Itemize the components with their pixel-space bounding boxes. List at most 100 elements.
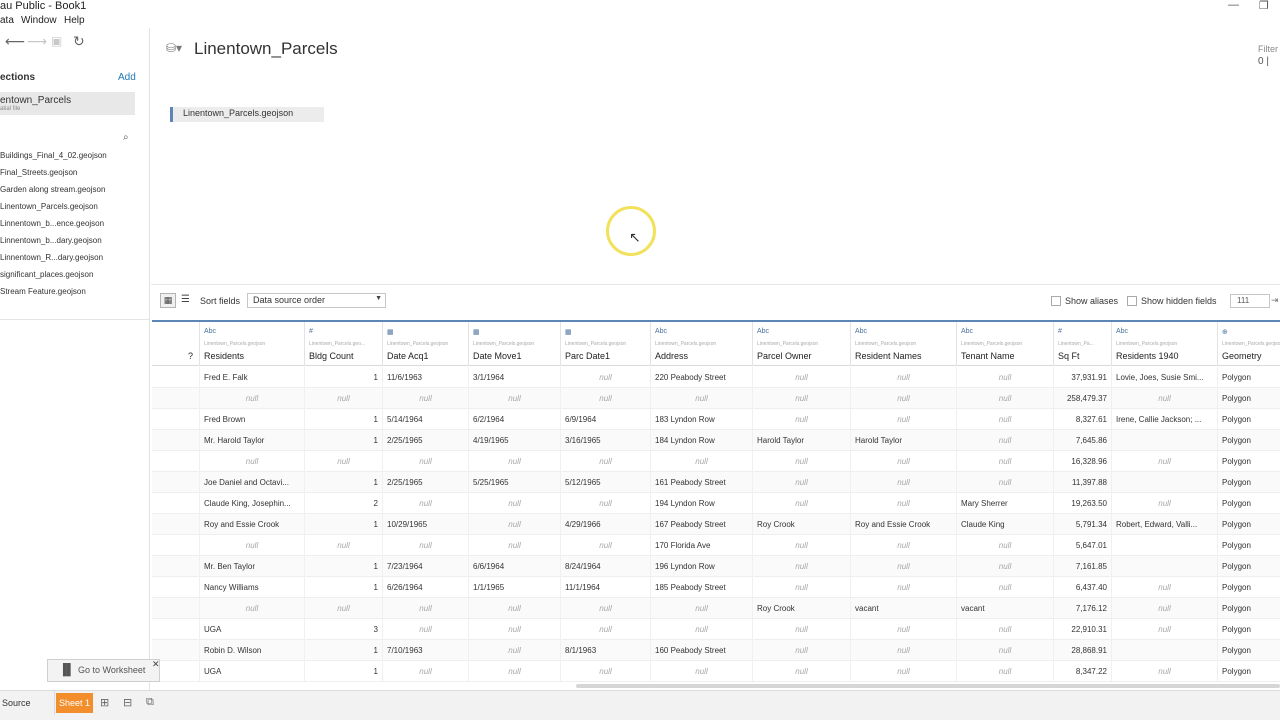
table-cell[interactable]: 1 (305, 661, 383, 682)
table-cell[interactable]: Roy and Essie Crook (200, 514, 305, 535)
table-cell[interactable]: null (1112, 493, 1218, 514)
table-cell[interactable]: 16,328.96 (1054, 451, 1112, 472)
table-cell[interactable]: Harold Taylor (753, 430, 851, 451)
table-cell[interactable] (152, 556, 200, 577)
go-to-worksheet-label[interactable]: Go to Worksheet (78, 665, 145, 675)
table-cell[interactable]: null (753, 409, 851, 430)
table-cell[interactable]: null (957, 430, 1054, 451)
table-cell[interactable]: null (561, 388, 651, 409)
table-cell[interactable]: null (957, 451, 1054, 472)
table-cell[interactable]: null (305, 598, 383, 619)
table-cell[interactable]: null (383, 661, 469, 682)
table-cell[interactable]: vacant (851, 598, 957, 619)
table-cell[interactable] (1112, 472, 1218, 493)
sort-fields-select[interactable]: Data source order ▼ (247, 293, 386, 308)
table-cell[interactable]: null (753, 619, 851, 640)
new-worksheet-icon[interactable]: ⊞ (100, 696, 109, 709)
table-cell[interactable]: null (651, 661, 753, 682)
table-cell[interactable]: 11,397.88 (1054, 472, 1112, 493)
table-cell[interactable]: 5/25/1965 (469, 472, 561, 493)
table-cell[interactable]: null (753, 472, 851, 493)
table-cell[interactable]: Mr. Ben Taylor (200, 556, 305, 577)
table-cell[interactable]: Polygon (1218, 514, 1280, 535)
field-type-icon[interactable]: # (1058, 328, 1062, 335)
table-cell[interactable]: 183 Lyndon Row (651, 409, 753, 430)
show-hidden-label[interactable]: Show hidden fields (1141, 296, 1217, 306)
table-cell[interactable]: Robert, Edward, Valli... (1112, 514, 1218, 535)
restore-icon[interactable]: ❐ (1259, 0, 1269, 12)
grid-view-icon[interactable]: ▦ (160, 293, 176, 308)
table-cell[interactable]: null (753, 388, 851, 409)
menu-help[interactable]: Help (64, 14, 85, 28)
table-cell[interactable]: 167 Peabody Street (651, 514, 753, 535)
column-name[interactable]: Parc Date1 (565, 351, 610, 361)
column-header[interactable]: # Linentown_Parcels.geo... Bldg Count (305, 322, 383, 366)
connection-item[interactable]: entown_Parcels atial file (0, 92, 135, 115)
table-cell[interactable]: 1 (305, 430, 383, 451)
table-cell[interactable]: null (561, 535, 651, 556)
table-cell[interactable]: null (753, 577, 851, 598)
table-cell[interactable]: Polygon (1218, 409, 1280, 430)
table-cell[interactable]: 8,327.61 (1054, 409, 1112, 430)
table-cell[interactable]: 1/1/1965 (469, 577, 561, 598)
table-cell[interactable]: 1 (305, 472, 383, 493)
table-cell[interactable]: 2/25/1965 (383, 430, 469, 451)
table-cell[interactable]: null (651, 451, 753, 472)
table-cell[interactable]: Fred E. Falk (200, 367, 305, 388)
table-cell[interactable]: null (851, 472, 957, 493)
sheet-tab[interactable]: Sheet 1 (56, 693, 93, 713)
table-cell[interactable]: null (383, 493, 469, 514)
table-cell[interactable]: Polygon (1218, 451, 1280, 472)
table-cell[interactable]: Nancy Williams (200, 577, 305, 598)
table-cell[interactable]: Polygon (1218, 640, 1280, 661)
table-cell[interactable]: Mr. Harold Taylor (200, 430, 305, 451)
table-cell[interactable]: null (561, 367, 651, 388)
table-cell[interactable]: 7,176.12 (1054, 598, 1112, 619)
rows-arrow-icon[interactable]: ⇥ (1271, 295, 1279, 306)
table-cell[interactable]: null (957, 619, 1054, 640)
table-cell[interactable]: 5,791.34 (1054, 514, 1112, 535)
horizontal-scrollbar[interactable] (576, 684, 1280, 688)
table-cell[interactable]: 10/29/1965 (383, 514, 469, 535)
field-type-icon[interactable]: Abc (757, 328, 769, 335)
table-cell[interactable]: Polygon (1218, 619, 1280, 640)
table-cell[interactable]: Polygon (1218, 493, 1280, 514)
table-cell[interactable]: null (469, 661, 561, 682)
list-view-icon[interactable]: ☰ (181, 294, 190, 305)
file-item[interactable]: Linnentown_b...ence.geojson (0, 219, 104, 228)
table-cell[interactable]: null (753, 535, 851, 556)
table-cell[interactable]: null (957, 388, 1054, 409)
field-type-icon[interactable]: ▦ (387, 328, 394, 336)
table-cell[interactable]: 196 Lyndon Row (651, 556, 753, 577)
table-cell[interactable]: 1 (305, 640, 383, 661)
table-cell[interactable]: null (851, 535, 957, 556)
column-header[interactable]: ▦ Linentown_Parcels.geojson Parc Date1 (561, 322, 651, 366)
table-cell[interactable]: null (1112, 388, 1218, 409)
table-cell[interactable] (152, 514, 200, 535)
table-cell[interactable]: 170 Florida Ave (651, 535, 753, 556)
column-name[interactable]: Tenant Name (961, 351, 1015, 361)
table-cell[interactable]: Polygon (1218, 661, 1280, 682)
table-cell[interactable]: null (957, 367, 1054, 388)
data-source-tab[interactable]: Source (0, 691, 55, 715)
column-header[interactable]: ▦ Linentown_Parcels.geojson Date Acq1 (383, 322, 469, 366)
table-pill[interactable]: Linentown_Parcels.geojson (170, 107, 324, 122)
file-item[interactable]: Buildings_Final_4_02.geojson (0, 151, 107, 160)
table-cell[interactable]: 19,263.50 (1054, 493, 1112, 514)
data-source-name[interactable]: Linentown_Parcels (194, 39, 338, 59)
table-cell[interactable]: 6,437.40 (1054, 577, 1112, 598)
table-cell[interactable]: 1 (305, 556, 383, 577)
table-cell[interactable]: null (1112, 451, 1218, 472)
column-name[interactable]: Residents (204, 351, 244, 361)
table-cell[interactable]: Claude King (957, 514, 1054, 535)
table-cell[interactable] (1112, 640, 1218, 661)
table-cell[interactable]: 8/24/1964 (561, 556, 651, 577)
table-cell[interactable]: null (851, 619, 957, 640)
table-cell[interactable]: 6/9/1964 (561, 409, 651, 430)
table-cell[interactable]: null (651, 598, 753, 619)
table-cell[interactable]: null (200, 535, 305, 556)
table-cell[interactable]: 5,647.01 (1054, 535, 1112, 556)
table-cell[interactable]: 7/10/1963 (383, 640, 469, 661)
column-header[interactable]: Abc Linentown_Parcels.geojson Parcel Owner (753, 322, 851, 366)
table-cell[interactable]: 1 (305, 577, 383, 598)
